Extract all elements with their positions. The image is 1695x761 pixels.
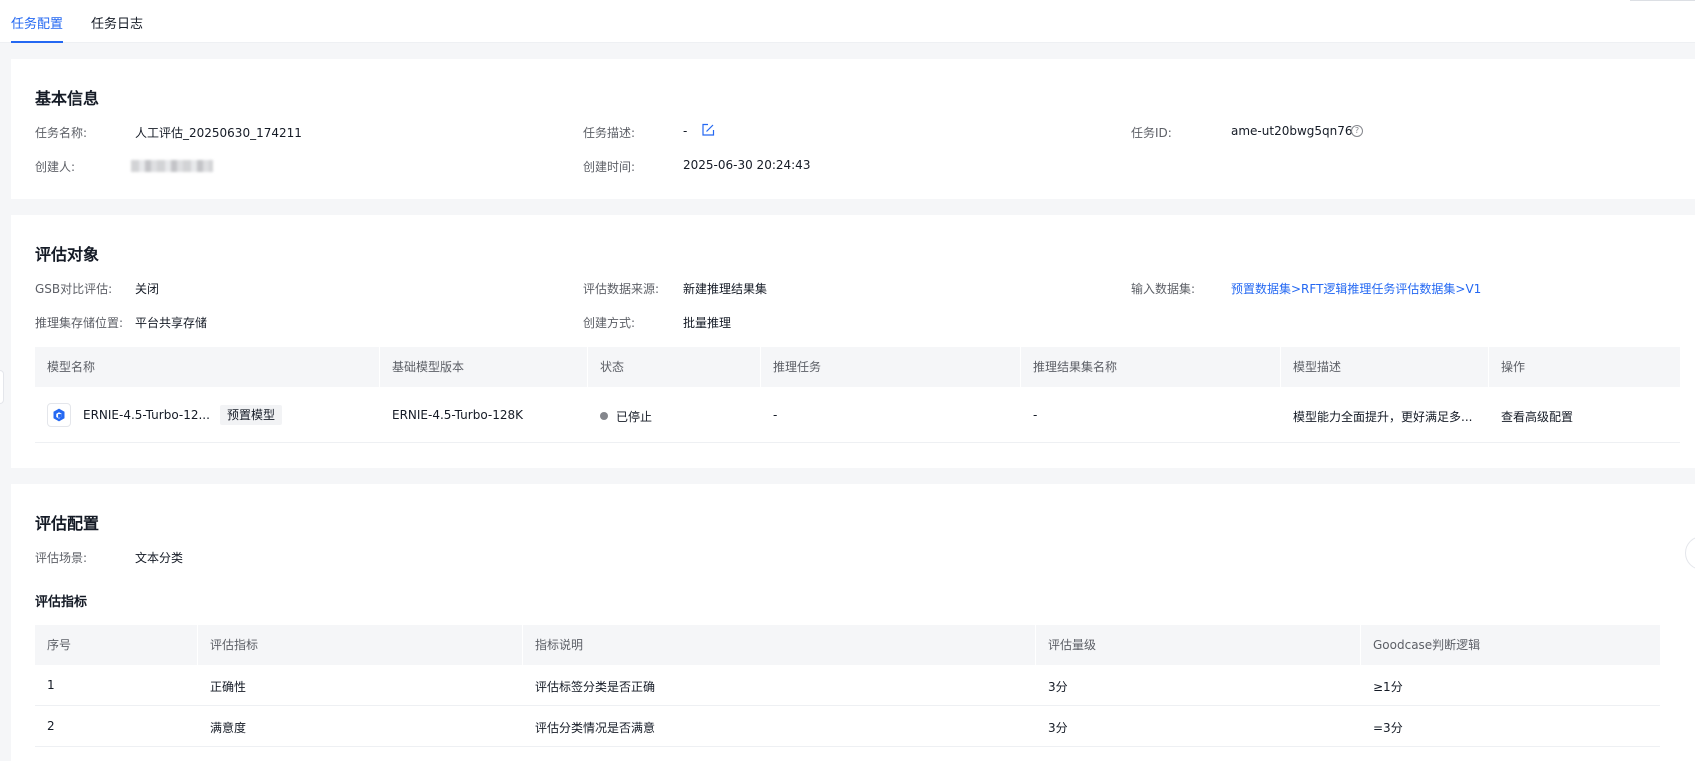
scene-label: 评估场景: [35, 551, 88, 565]
side-collapse-handle[interactable] [0, 370, 4, 404]
column-header: 基础模型版本 [392, 360, 465, 374]
column-header: 评估指标 [210, 638, 259, 652]
column-header: 状态 [600, 360, 625, 374]
status-dot-icon [600, 412, 608, 420]
column-divider [1280, 347, 1281, 387]
row-index: 2 [47, 719, 55, 733]
task-id-label: 任务ID: [1131, 126, 1172, 140]
metrics-table: 序号 评估指标 指标说明 评估量级 Goodcase判断逻辑 1 正确性 评估标… [35, 625, 1660, 747]
column-header: 模型名称 [47, 360, 96, 374]
section-title: 评估对象 [35, 245, 100, 264]
row-index: 1 [47, 678, 55, 692]
created-time-label: 创建时间: [583, 160, 636, 174]
column-header: Goodcase判断逻辑 [1373, 638, 1481, 652]
table-row: ERNIE-4.5-Turbo-12... 预置模型 ERNIE-4.5-Tur… [35, 387, 1680, 443]
eval-config-card: 评估配置 评估场景: 文本分类 评估指标 序号 评估指标 指标说明 评估量级 G… [11, 484, 1695, 761]
column-divider [1035, 625, 1036, 665]
view-advanced-config-link[interactable]: 查看高级配置 [1501, 408, 1573, 425]
eval-object-card: 评估对象 GSB对比评估: 关闭 评估数据来源: 新建推理结果集 输入数据集: … [11, 215, 1695, 468]
goodcase-logic: =3分 [1373, 721, 1403, 735]
goodcase-logic: ≥1分 [1373, 680, 1403, 694]
column-divider [760, 347, 761, 387]
base-version-link[interactable]: ERNIE-4.5-Turbo-128K [392, 408, 523, 422]
dataset-link[interactable]: 预置数据集>RFT逻辑推理任务评估数据集>V1 [1231, 280, 1481, 297]
metric-description: 评估标签分类是否正确 [535, 680, 656, 694]
scene-value: 文本分类 [135, 551, 184, 565]
source-value: 新建推理结果集 [683, 282, 768, 296]
column-header: 序号 [47, 638, 72, 652]
tab-task-log[interactable]: 任务日志 [91, 16, 143, 43]
model-name-link[interactable]: ERNIE-4.5-Turbo-12... [83, 408, 210, 422]
table-header: 序号 评估指标 指标说明 评估量级 Goodcase判断逻辑 [35, 625, 1660, 665]
gsb-value: 关闭 [135, 282, 160, 296]
divider [1630, 0, 1695, 1]
table-row: 1 正确性 评估标签分类是否正确 3分 ≥1分 [35, 665, 1660, 706]
dataset-label: 输入数据集: [1131, 282, 1196, 296]
metrics-title: 评估指标 [35, 595, 88, 610]
create-mode-value: 批量推理 [683, 316, 732, 330]
status-text: 已停止 [616, 410, 653, 424]
column-divider [1360, 625, 1361, 665]
creator-value-redacted [131, 160, 213, 172]
column-header: 模型描述 [1293, 360, 1342, 374]
storage-label: 推理集存储位置: [35, 316, 124, 330]
task-id-value: ame-ut20bwg5qn76 [1231, 124, 1353, 138]
column-divider [587, 347, 588, 387]
column-header: 推理结果集名称 [1033, 360, 1118, 374]
metric-name: 满意度 [210, 721, 247, 735]
task-desc-label: 任务描述: [583, 126, 636, 140]
result-set-value: - [1033, 408, 1038, 422]
task-name-value: 人工评估_20250630_174211 [135, 126, 302, 140]
created-time-value: 2025-06-30 20:24:43 [683, 158, 811, 172]
tab-task-config[interactable]: 任务配置 [11, 16, 64, 43]
infer-task-value: - [773, 408, 778, 422]
column-divider [379, 347, 380, 387]
table-row: 2 满意度 评估分类情况是否满意 3分 =3分 [35, 706, 1660, 747]
creator-label: 创建人: [35, 160, 76, 174]
storage-value: 平台共享存储 [135, 316, 208, 330]
model-table: 模型名称 基础模型版本 状态 推理任务 推理结果集名称 模型描述 操作 ERNI… [35, 347, 1680, 459]
metric-scale: 3分 [1048, 721, 1068, 735]
column-divider [522, 625, 523, 665]
column-divider [1020, 347, 1021, 387]
column-header: 指标说明 [535, 638, 584, 652]
model-logo-icon [47, 403, 71, 427]
create-mode-label: 创建方式: [583, 316, 636, 330]
section-title: 基本信息 [35, 89, 100, 108]
column-header: 操作 [1501, 360, 1526, 374]
help-icon[interactable]: ? [1351, 125, 1363, 137]
section-title: 评估配置 [35, 514, 100, 533]
task-desc-value: - [683, 124, 688, 138]
model-description: 模型能力全面提升，更好满足多... [1293, 410, 1473, 424]
edit-icon[interactable] [701, 123, 715, 137]
column-header: 推理任务 [773, 360, 822, 374]
basic-info-card: 基本信息 任务名称: 人工评估_20250630_174211 任务描述: - … [11, 59, 1695, 199]
source-label: 评估数据来源: [583, 282, 660, 296]
metric-description: 评估分类情况是否满意 [535, 721, 656, 735]
tab-bar: 任务配置 任务日志 [0, 0, 1695, 43]
column-divider [1488, 347, 1489, 387]
metric-name: 正确性 [210, 680, 247, 694]
metric-scale: 3分 [1048, 680, 1068, 694]
table-header: 模型名称 基础模型版本 状态 推理任务 推理结果集名称 模型描述 操作 [35, 347, 1680, 387]
gsb-label: GSB对比评估: [35, 282, 113, 296]
preset-model-tag: 预置模型 [220, 405, 283, 425]
task-name-label: 任务名称: [35, 126, 88, 140]
column-divider [197, 625, 198, 665]
column-header: 评估量级 [1048, 638, 1097, 652]
